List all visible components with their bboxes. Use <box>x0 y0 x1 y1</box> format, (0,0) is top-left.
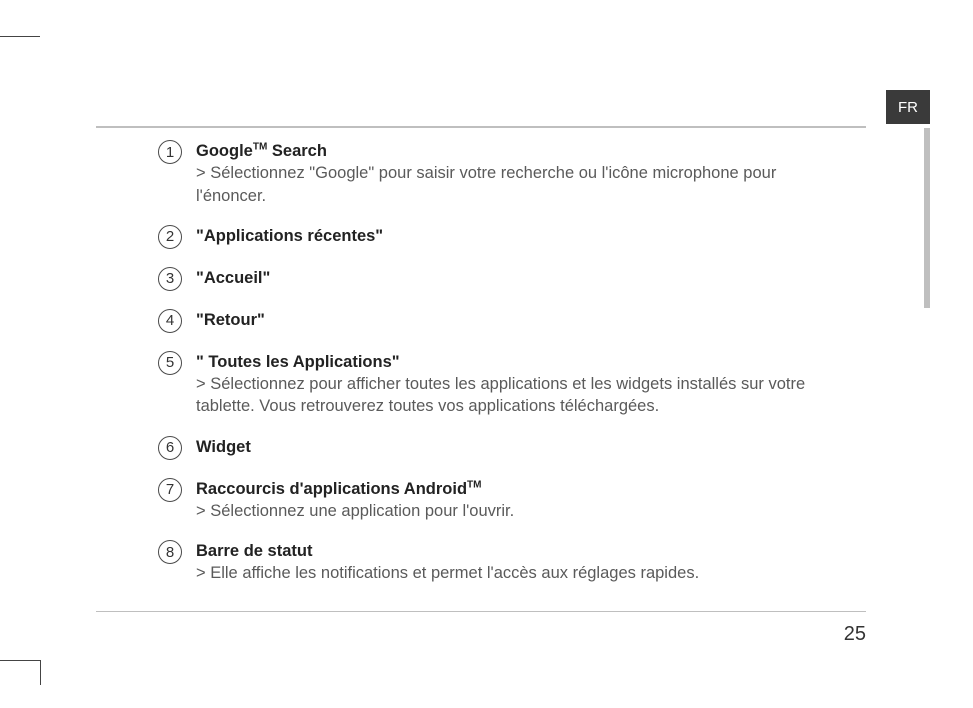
item-title: "Applications récentes" <box>196 227 383 245</box>
item-number-circle: 6 <box>158 436 182 460</box>
item-number: 3 <box>166 270 174 287</box>
language-tab-label: FR <box>898 99 918 116</box>
item-description: > Elle affiche les notifications et perm… <box>196 564 699 582</box>
document-page: FR 1 GoogleTM Search > Sélectionnez "Goo… <box>40 0 930 660</box>
item-title: " Toutes les Applications" <box>196 353 400 371</box>
item-body: "Retour" <box>196 309 850 331</box>
bottom-divider <box>96 611 866 612</box>
item-number-circle: 5 <box>158 351 182 375</box>
side-accent-bar <box>924 128 930 308</box>
numbered-list: 1 GoogleTM Search > Sélectionnez "Google… <box>158 140 850 603</box>
item-number: 8 <box>166 544 174 561</box>
item-number: 5 <box>166 354 174 371</box>
page-number: 25 <box>844 623 866 646</box>
item-body: "Applications récentes" <box>196 225 850 247</box>
list-item: 4 "Retour" <box>158 309 850 333</box>
item-number-circle: 3 <box>158 267 182 291</box>
list-item: 2 "Applications récentes" <box>158 225 850 249</box>
crop-mark <box>0 660 40 661</box>
item-body: GoogleTM Search > Sélectionnez "Google" … <box>196 140 850 207</box>
item-number: 6 <box>166 439 174 456</box>
item-body: "Accueil" <box>196 267 850 289</box>
crop-mark <box>0 36 40 37</box>
top-divider <box>96 126 866 128</box>
item-description: > Sélectionnez "Google" pour saisir votr… <box>196 164 776 204</box>
item-title: Barre de statut <box>196 542 312 560</box>
item-number: 2 <box>166 228 174 245</box>
item-body: Barre de statut > Elle affiche les notif… <box>196 540 850 585</box>
item-number-circle: 1 <box>158 140 182 164</box>
item-number-circle: 8 <box>158 540 182 564</box>
item-title: GoogleTM Search <box>196 142 327 160</box>
list-item: 8 Barre de statut > Elle affiche les not… <box>158 540 850 585</box>
item-number: 4 <box>166 312 174 329</box>
language-tab: FR <box>886 90 930 124</box>
item-description: > Sélectionnez une application pour l'ou… <box>196 502 514 520</box>
item-title: Raccourcis d'applications AndroidTM <box>196 480 481 498</box>
item-title: Widget <box>196 438 251 456</box>
item-number: 1 <box>166 144 174 161</box>
item-title: "Accueil" <box>196 269 270 287</box>
item-body: Raccourcis d'applications AndroidTM > Sé… <box>196 478 850 523</box>
list-item: 7 Raccourcis d'applications AndroidTM > … <box>158 478 850 523</box>
item-number-circle: 2 <box>158 225 182 249</box>
item-body: Widget <box>196 436 850 458</box>
list-item: 1 GoogleTM Search > Sélectionnez "Google… <box>158 140 850 207</box>
item-body: " Toutes les Applications" > Sélectionne… <box>196 351 850 418</box>
list-item: 6 Widget <box>158 436 850 460</box>
list-item: 5 " Toutes les Applications" > Sélection… <box>158 351 850 418</box>
item-description: > Sélectionnez pour afficher toutes les … <box>196 375 805 415</box>
item-number-circle: 4 <box>158 309 182 333</box>
list-item: 3 "Accueil" <box>158 267 850 291</box>
item-number: 7 <box>166 481 174 498</box>
item-title: "Retour" <box>196 311 265 329</box>
item-number-circle: 7 <box>158 478 182 502</box>
